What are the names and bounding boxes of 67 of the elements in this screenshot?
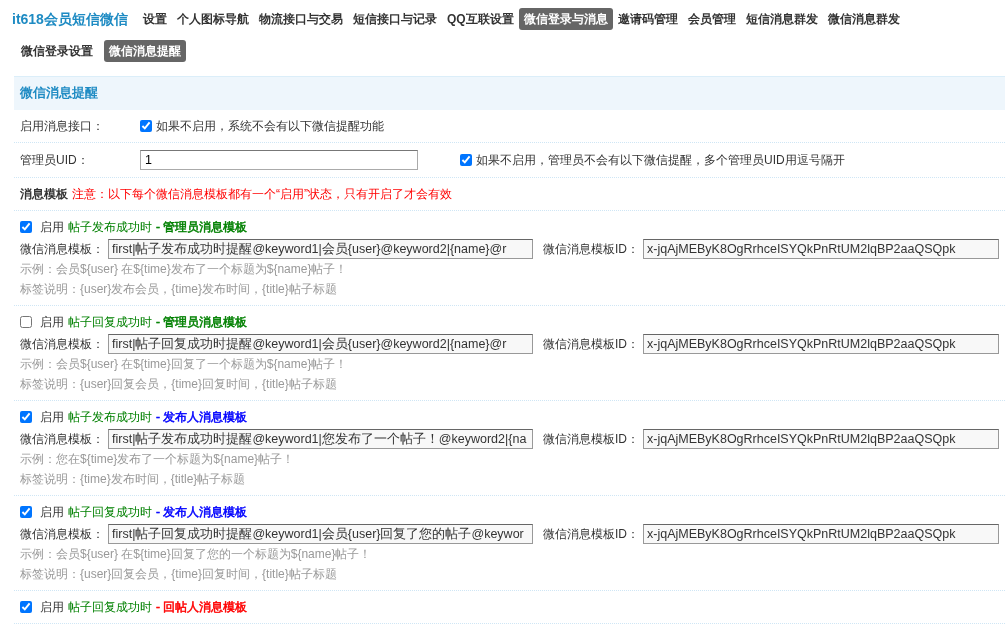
enable-label: 启用: [40, 218, 64, 236]
recipient-name: - 发布人消息模板: [156, 408, 248, 426]
nav-tab[interactable]: 微信消息群发: [822, 8, 905, 30]
checkbox[interactable]: [140, 119, 152, 132]
brand-title: it618会员短信微信: [12, 9, 128, 29]
checkbox[interactable]: [460, 153, 472, 166]
nav-tab[interactable]: 物流接口与交易: [253, 8, 348, 30]
example-text: 示例：会员${user} 在${time}回复了一个标题为${name}帖子！: [20, 355, 349, 373]
template-field[interactable]: first|帖子回复成功时提醒@keyword1|会员{user}回复了您的帖子@keywor: [108, 523, 533, 544]
nav-tab[interactable]: 邀请码管理: [612, 8, 683, 30]
nav-tab[interactable]: 会员管理: [682, 8, 741, 30]
template-field[interactable]: first|帖子发布成功时提醒@keyword1|您发布了一个帖子！@keyword2|{na: [108, 428, 533, 449]
nav-tab[interactable]: 个人图标导航: [171, 8, 254, 30]
nav-tab[interactable]: 设置: [137, 8, 172, 30]
field-label: 微信消息模板ID：: [543, 240, 639, 258]
recipient-name: - 管理员消息模板: [156, 218, 248, 236]
hint-text: 如果不启用，系统不会有以下微信提醒功能: [156, 117, 384, 135]
field-label: 微信消息模板ID：: [543, 430, 639, 448]
field-label: 微信消息模板：: [20, 240, 104, 258]
event-name: 帖子发布成功时: [68, 218, 152, 236]
enable-label: 启用: [40, 598, 64, 616]
text-field[interactable]: 1: [140, 149, 418, 170]
checkbox[interactable]: [20, 315, 32, 328]
field-label: 微信消息模板ID：: [543, 335, 639, 353]
template-id-field[interactable]: x-jqAjMEByK8OgRrhceISYQkPnRtUM2lqBP2aaQSQpk: [643, 428, 999, 449]
template-field[interactable]: first|帖子发布成功时提醒@keyword1|会员{user}@keyword2|{name}@r: [108, 238, 533, 259]
section-title: 微信消息提醒: [14, 76, 1005, 110]
nav-tab[interactable]: 短信接口与记录: [347, 8, 442, 30]
event-name: 帖子回复成功时: [68, 598, 152, 616]
template-id-field[interactable]: x-jqAjMEByK8OgRrhceISYQkPnRtUM2lqBP2aaQSQpk: [643, 333, 999, 354]
setting-label: 启用消息接口：: [20, 117, 105, 135]
event-name: 帖子回复成功时: [68, 313, 152, 331]
enable-label: 启用: [40, 408, 64, 426]
template-id-field[interactable]: x-jqAjMEByK8OgRrhceISYQkPnRtUM2lqBP2aaQSQpk: [643, 523, 999, 544]
example-text: 示例：会员${user} 在${time}发布了一个标题为${name}帖子！: [20, 260, 349, 278]
sub-tab[interactable]: 微信登录设置: [16, 40, 98, 62]
tag-description: 标签说明：{time}发布时间，{title}帖子标题: [20, 470, 247, 488]
tag-description: 标签说明：{user}回复会员，{time}回复时间，{title}帖子标题: [20, 565, 338, 583]
field-label: 微信消息模板：: [20, 525, 104, 543]
enable-label: 启用: [40, 313, 64, 331]
template-id-field[interactable]: x-jqAjMEByK8OgRrhceISYQkPnRtUM2lqBP2aaQSQpk: [643, 238, 999, 259]
nav-tab[interactable]: 微信登录与消息: [518, 8, 613, 30]
template-field[interactable]: first|帖子回复成功时提醒@keyword1|会员{user}@keyword2|{name}@r: [108, 333, 533, 354]
checkbox[interactable]: [20, 410, 32, 423]
hint-text: 如果不启用，管理员不会有以下微信提醒，多个管理员UID用逗号隔开: [476, 151, 845, 169]
checkbox[interactable]: [20, 505, 32, 518]
tag-description: 标签说明：{user}回复会员，{time}回复时间，{title}帖子标题: [20, 375, 338, 393]
recipient-name: - 管理员消息模板: [156, 313, 248, 331]
notice-title: 消息模板: [20, 185, 68, 203]
example-text: 示例：会员${user} 在${time}回复了您的一个标题为${name}帖子！: [20, 545, 373, 563]
event-name: 帖子发布成功时: [68, 408, 152, 426]
example-text: 示例：您在${time}发布了一个标题为${name}帖子！: [20, 450, 296, 468]
field-label: 微信消息模板：: [20, 430, 104, 448]
sub-tab[interactable]: 微信消息提醒: [104, 40, 186, 62]
nav-tab[interactable]: 短信消息群发: [740, 8, 823, 30]
tag-description: 标签说明：{user}发布会员，{time}发布时间，{title}帖子标题: [20, 280, 338, 298]
recipient-name: - 回帖人消息模板: [156, 598, 248, 616]
nav-tab[interactable]: QQ互联设置: [441, 8, 519, 30]
field-label: 微信消息模板：: [20, 335, 104, 353]
enable-label: 启用: [40, 503, 64, 521]
setting-label: 管理员UID：: [20, 151, 90, 169]
notice-text: 注意：以下每个微信消息模板都有一个“启用”状态，只有开启了才会有效: [72, 185, 452, 203]
field-label: 微信消息模板ID：: [543, 525, 639, 543]
recipient-name: - 发布人消息模板: [156, 503, 248, 521]
event-name: 帖子回复成功时: [68, 503, 152, 521]
checkbox[interactable]: [20, 220, 32, 233]
checkbox[interactable]: [20, 600, 32, 613]
